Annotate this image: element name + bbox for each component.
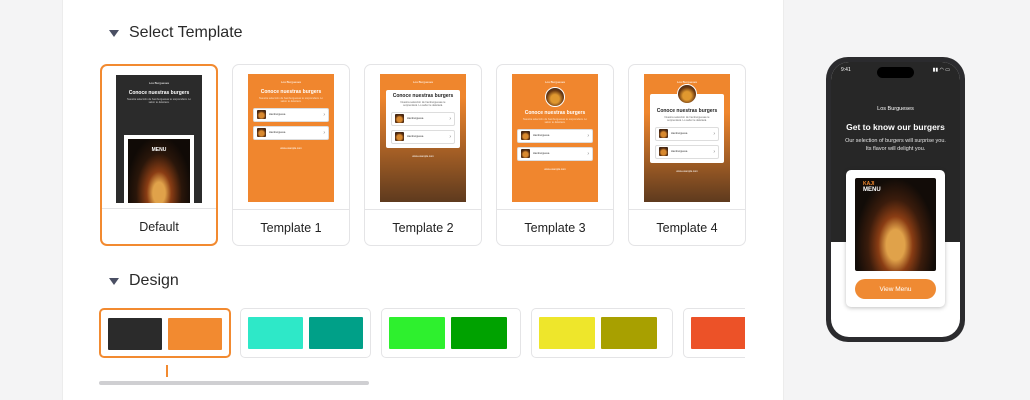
phone-brand: Los Burgueses <box>877 106 914 112</box>
template-thumbnail: Los Burgueses Conoce nuestras burgers Nu… <box>497 65 613 210</box>
horizontal-scrollbar[interactable] <box>99 381 369 385</box>
phone-subtitle: Our selection of burgers will surprise y… <box>845 138 946 152</box>
design-swatch-3[interactable] <box>531 308 673 358</box>
select-template-header[interactable]: Select Template <box>109 24 243 42</box>
swatch-color <box>389 317 445 349</box>
design-swatch-1[interactable] <box>240 308 371 358</box>
design-swatch-row <box>99 308 745 358</box>
template-card-3[interactable]: Los Burgueses Conoce nuestras burgers Nu… <box>496 64 614 246</box>
select-template-title: Select Template <box>129 24 243 41</box>
swatch-color <box>248 317 303 349</box>
menu-card: KAJI MENU View Menu <box>846 170 945 307</box>
settings-panel: Select Template Los Burgueses Conoce nue… <box>62 0 784 400</box>
template-thumbnail: Los Burgueses Conoce nuestras burgers Nu… <box>233 65 349 210</box>
template-card-4[interactable]: Los Burgueses Conoce nuestras burgers Nu… <box>628 64 746 246</box>
dynamic-island <box>877 67 914 78</box>
design-swatch-0[interactable] <box>99 308 231 358</box>
swatch-color <box>601 317 657 349</box>
swatch-color <box>308 317 363 349</box>
template-thumbnail: Los Burgueses Conoce nuestras burgers Nu… <box>629 65 745 210</box>
template-label: Template 3 <box>497 209 613 245</box>
signal-battery-icon: ▮▮ ◠ ▭ <box>932 67 950 73</box>
template-thumbnail: Los Burgueses Conoce nuestras burgers Nu… <box>102 66 216 211</box>
template-card-2[interactable]: Los Burgueses Conoce nuestras burgers Nu… <box>364 64 482 246</box>
burger-menu-image: KAJI MENU <box>855 178 936 271</box>
template-label: Template 4 <box>629 209 745 245</box>
swatch-color <box>691 317 745 349</box>
menu-logo-word: MENU <box>863 187 881 193</box>
template-label: Template 2 <box>365 209 481 245</box>
caret-down-icon <box>109 277 119 285</box>
design-header[interactable]: Design <box>109 272 179 290</box>
swatch-color <box>451 317 507 349</box>
swatch-color <box>108 318 162 350</box>
phone-preview: 9:41 ▮▮ ◠ ▭ Los Burgueses Get to know ou… <box>826 57 965 342</box>
template-label: Default <box>102 208 216 244</box>
template-label: Template 1 <box>233 209 349 245</box>
template-card-default[interactable]: Los Burgueses Conoce nuestras burgers Nu… <box>100 64 218 246</box>
view-menu-button[interactable]: View Menu <box>855 279 936 299</box>
template-thumbnail: Los Burgueses Conoce nuestras burgers Nu… <box>365 65 481 210</box>
design-swatch-4[interactable] <box>683 308 745 358</box>
selected-design-indicator <box>166 365 168 377</box>
swatch-color <box>168 318 222 350</box>
phone-title: Get to know our burgers <box>846 122 945 132</box>
design-title: Design <box>129 272 179 289</box>
design-swatch-2[interactable] <box>381 308 521 358</box>
caret-down-icon <box>109 29 119 37</box>
phone-screen: 9:41 ▮▮ ◠ ▭ Los Burgueses Get to know ou… <box>831 62 960 337</box>
status-time: 9:41 <box>841 67 851 73</box>
swatch-color <box>539 317 595 349</box>
template-card-1[interactable]: Los Burgueses Conoce nuestras burgers Nu… <box>232 64 350 246</box>
